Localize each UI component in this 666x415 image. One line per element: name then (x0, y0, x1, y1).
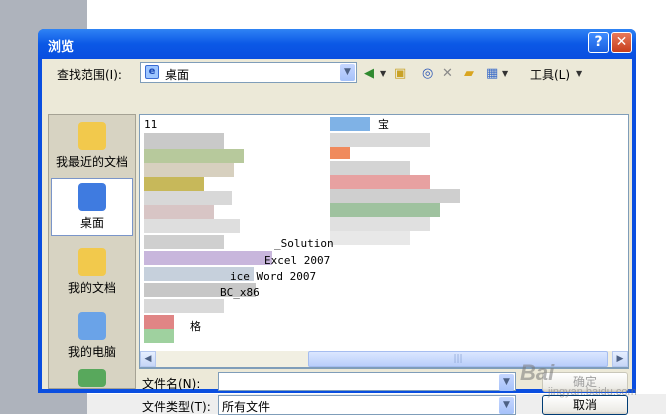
scroll-left-icon[interactable]: ◀ (140, 351, 156, 367)
place-recent-documents[interactable]: 我最近的文档 (51, 118, 133, 176)
desktop-icon: e (145, 65, 159, 79)
network-places-icon (78, 369, 106, 387)
file-name: _Solution (274, 237, 334, 250)
lookin-label: 查找范围(I): (57, 68, 122, 82)
dialog-title: 浏览 (48, 40, 75, 55)
my-computer-icon (78, 312, 106, 340)
watermark-logo: Bai (520, 360, 555, 385)
scroll-thumb[interactable]: ||| (308, 351, 608, 367)
filename-input[interactable]: ▼ (218, 372, 516, 391)
horizontal-scrollbar[interactable]: ◀ ||| ▶ (139, 351, 629, 368)
place-label: 桌面 (79, 216, 104, 230)
tools-dropdown-icon[interactable]: ▼ (576, 65, 582, 83)
delete-icon[interactable]: ✕ (442, 65, 453, 83)
help-button[interactable]: ? (588, 32, 609, 53)
place-desktop[interactable]: 桌面 (51, 178, 133, 236)
search-web-icon[interactable]: ◎ (422, 65, 433, 83)
up-folder-icon[interactable]: ▣ (394, 65, 406, 83)
file-list[interactable]: 11 _Solution Excel 2007 ice Word 2007 BC… (139, 114, 629, 369)
places-bar: 我最近的文档 桌面 我的文档 我的电脑 (48, 114, 136, 389)
place-my-documents[interactable]: 我的文档 (51, 244, 133, 302)
browse-dialog: 浏览 ? ✕ 查找范围(I): e 桌面 ▼ ◀ ▼ ▣ ◎ ✕ ▰ ▦ ▼ 工… (38, 29, 636, 415)
filetype-label: 文件类型(T): (142, 400, 211, 414)
title-bar[interactable]: 浏览 ? ✕ (38, 29, 636, 59)
chevron-down-icon[interactable]: ▼ (499, 397, 514, 414)
file-name: ice Word 2007 (230, 270, 317, 283)
file-name: BC_x86 (220, 286, 260, 299)
place-label: 我最近的文档 (55, 155, 128, 169)
recent-documents-icon (78, 122, 106, 150)
dialog-client-area: 查找范围(I): e 桌面 ▼ ◀ ▼ ▣ ◎ ✕ ▰ ▦ ▼ 工具(L) ▼ … (42, 59, 632, 415)
new-folder-icon[interactable]: ▰ (464, 65, 474, 83)
scroll-right-icon[interactable]: ▶ (612, 351, 628, 367)
place-label: 我的电脑 (67, 345, 116, 359)
cancel-button[interactable]: 取消 (542, 395, 628, 415)
desktop-icon (78, 183, 106, 211)
filetype-combo[interactable]: 所有文件 ▼ (218, 395, 516, 415)
back-icon[interactable]: ◀ (364, 65, 374, 83)
close-button[interactable]: ✕ (611, 32, 632, 53)
back-dropdown-icon[interactable]: ▼ (380, 65, 386, 83)
file-name: 格 (190, 320, 201, 333)
file-name: 宝 (378, 118, 389, 131)
views-dropdown-icon[interactable]: ▼ (502, 65, 508, 83)
lookin-value: 桌面 (165, 68, 190, 82)
place-label: 我的文档 (67, 281, 116, 295)
place-network[interactable] (51, 367, 133, 389)
watermark-url: jingyan.baidu.com (548, 386, 637, 398)
views-icon[interactable]: ▦ (486, 65, 498, 83)
file-name: 11 (144, 118, 158, 131)
tools-menu[interactable]: 工具(L) (530, 66, 570, 83)
chevron-down-icon[interactable]: ▼ (340, 64, 355, 81)
chevron-down-icon[interactable]: ▼ (499, 374, 514, 391)
file-name: Excel 2007 (264, 254, 331, 267)
filetype-value: 所有文件 (222, 400, 271, 414)
lookin-combo[interactable]: e 桌面 ▼ (140, 62, 357, 83)
my-documents-icon (78, 248, 106, 276)
place-my-computer[interactable]: 我的电脑 (51, 308, 133, 366)
filename-label: 文件名(N): (142, 377, 201, 391)
